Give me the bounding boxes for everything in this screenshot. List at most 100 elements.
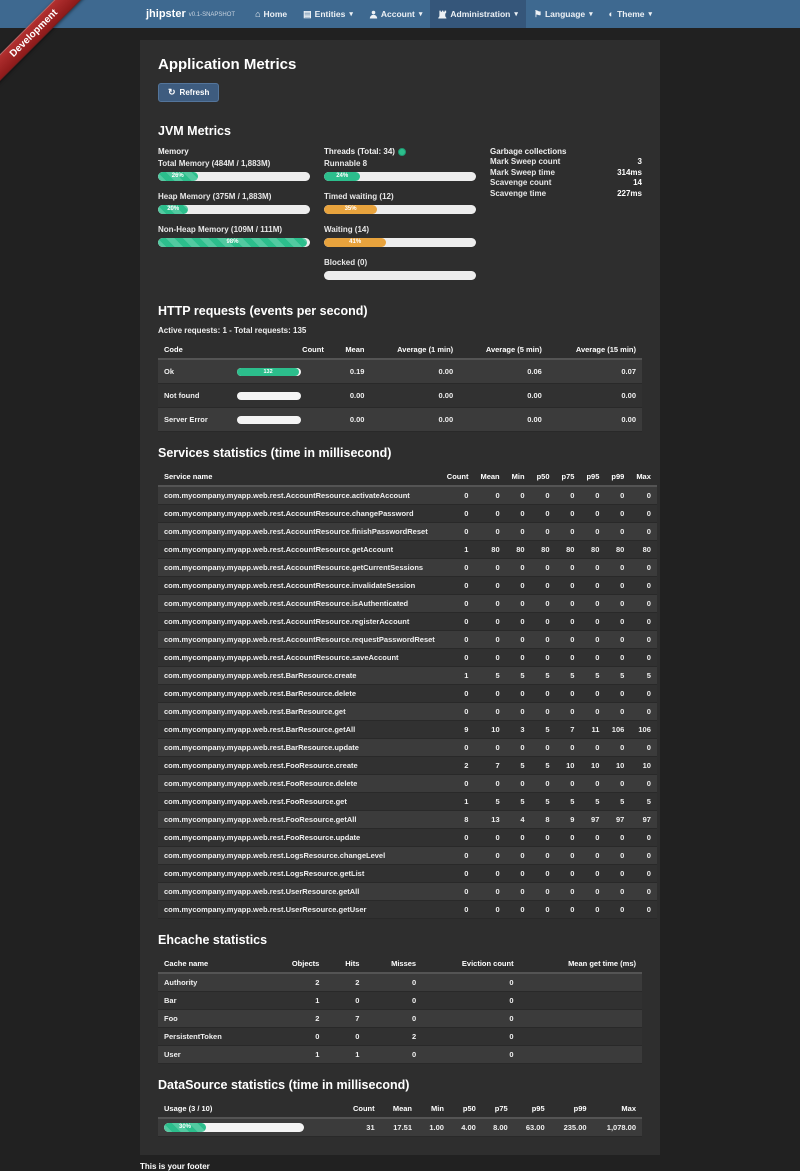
refresh-button[interactable]: ↻ Refresh [158,83,219,102]
user-icon [369,10,378,19]
value-cell: 0 [474,595,505,613]
value-cell: 0 [474,847,505,865]
metric: Timed waiting (12)35% [324,191,476,214]
value-cell: 0 [531,613,556,631]
nav-item-entities[interactable]: ▤Entities▾ [295,0,361,28]
column-header: Min [418,1100,450,1118]
value-cell: 80 [556,541,581,559]
service-name-cell: com.mycompany.myapp.web.rest.AccountReso… [158,505,441,523]
value-cell: 11 [580,721,605,739]
datasource-statistics-title: DataSource statistics (time in milliseco… [158,1078,642,1092]
table-row: com.mycompany.myapp.web.rest.BarResource… [158,721,657,739]
value-cell: 0 [531,505,556,523]
value-cell: 0 [580,847,605,865]
value-cell: 0 [531,901,556,919]
value-cell: 5 [531,667,556,685]
threads-heading: Threads (Total: 34) [324,146,395,157]
value-cell: 80 [474,541,505,559]
progress-bar: 98% [158,238,310,247]
service-name-cell: com.mycompany.myapp.web.rest.AccountReso… [158,523,441,541]
threads-column: Threads (Total: 34) Runnable 824%Timed w… [324,146,476,290]
table-row: 30%3117.511.004.008.0063.00235.001,078.0… [158,1118,642,1137]
value-cell: 0 [474,775,505,793]
value-cell [520,1046,642,1064]
http-count-cell: 132 [231,359,330,384]
value-cell: 0 [580,577,605,595]
value-cell: 10 [474,721,505,739]
metric: Non-Heap Memory (109M / 111M)98% [158,224,310,247]
value-cell: 0 [630,577,657,595]
value-cell: 0 [605,577,630,595]
column-header: p95 [514,1100,551,1118]
value-cell: 0 [422,973,519,992]
column-header: Misses [365,955,422,973]
column-header: Count [231,341,330,359]
value-cell: 0.00 [330,384,371,408]
value-cell: 0 [605,685,630,703]
gc-row: Mark Sweep count3 [490,157,642,168]
value-cell: 9 [441,721,475,739]
service-name-cell: com.mycompany.myapp.web.rest.BarResource… [158,685,441,703]
gc-row: Scavenge time227ms [490,189,642,200]
nav-item-home[interactable]: ⌂Home [247,0,295,28]
column-header: p50 [450,1100,482,1118]
value-cell: 10 [605,757,630,775]
value-cell: 0 [531,631,556,649]
value-cell: 10 [630,757,657,775]
value-cell: 5 [506,667,531,685]
column-header: p50 [531,468,556,486]
column-header: Hits [325,955,365,973]
http-requests-section: HTTP requests (events per second) Active… [158,304,642,432]
value-cell: 0 [506,559,531,577]
value-cell: 0 [365,1046,422,1064]
value-cell: 0 [422,1010,519,1028]
nav-item-language[interactable]: ⚑Language▾ [526,0,601,28]
metric-label: Heap Memory (375M / 1,883M) [158,191,310,202]
value-cell: 0 [630,739,657,757]
gc-label: Scavenge count [490,178,551,189]
value-cell: 5 [630,667,657,685]
value-cell: 106 [630,721,657,739]
value-cell: 0 [556,829,581,847]
nav-item-theme[interactable]: ◐Theme▾ [601,0,660,28]
value-cell: 0 [605,829,630,847]
column-header: Service name [158,468,441,486]
thread-dump-icon[interactable] [398,148,406,156]
value-cell: 0 [441,559,475,577]
value-cell: 0 [531,486,556,505]
service-name-cell: com.mycompany.myapp.web.rest.AccountReso… [158,559,441,577]
value-cell: 1 [441,793,475,811]
value-cell: 0 [630,631,657,649]
value-cell: 0 [556,486,581,505]
count-value: 132 [237,368,300,376]
caret-down-icon: ▾ [648,10,652,18]
value-cell: 0 [474,901,505,919]
value-cell: 0 [556,523,581,541]
progress-bar-fill: 26% [158,172,198,181]
value-cell: 0 [365,992,422,1010]
ehcache-statistics-title: Ehcache statistics [158,933,642,947]
value-cell: 0 [630,486,657,505]
http-code-cell: Ok [158,359,231,384]
nav-item-administration[interactable]: Administration▾ [430,0,526,28]
value-cell: 1 [265,1046,326,1064]
value-cell: 5 [580,793,605,811]
http-requests-title: HTTP requests (events per second) [158,304,642,318]
value-cell: 0.07 [548,359,642,384]
value-cell: 0 [580,613,605,631]
caret-down-icon: ▾ [349,10,353,18]
column-header: Min [506,468,531,486]
nav-item-account[interactable]: Account▾ [361,0,431,28]
progress-value: 98% [158,238,307,247]
value-cell: 0 [630,523,657,541]
nav-item-label: Theme [617,9,644,19]
home-icon: ⌂ [255,10,260,19]
value-cell: 0 [605,847,630,865]
value-cell: 0 [506,523,531,541]
value-cell: 0 [506,883,531,901]
column-header: p95 [580,468,605,486]
progress-bar-fill: 41% [324,238,386,247]
http-requests-table: CodeCountMeanAverage (1 min)Average (5 m… [158,341,642,432]
cache-name-cell: Authority [158,973,265,992]
navbar-brand[interactable]: jhipster v0.1-SNAPSHOT [140,0,241,28]
